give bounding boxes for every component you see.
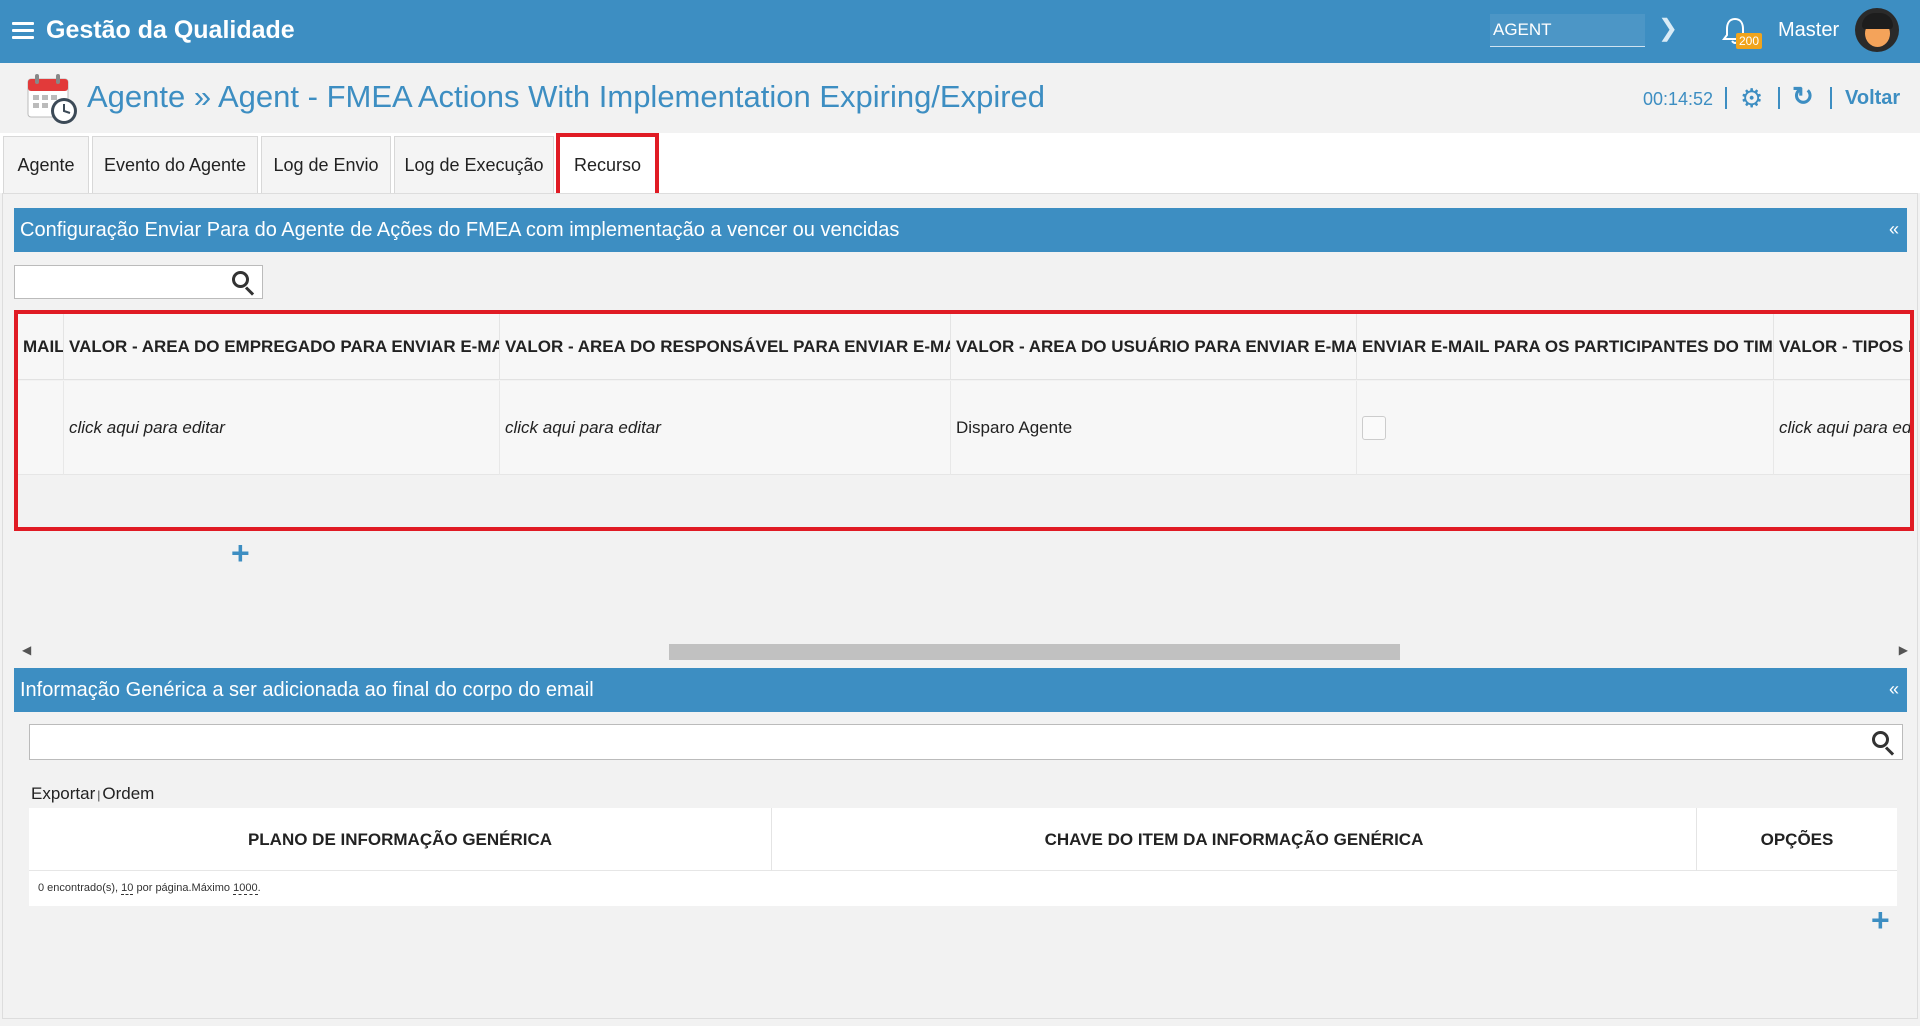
table-row: click aqui para editar click aqui para e…	[18, 381, 1910, 475]
table-actions: Exportar | Ordem	[31, 784, 154, 804]
per-page-label: por página.Máximo	[136, 882, 231, 894]
add-row-button[interactable]: +	[231, 537, 250, 569]
app-title: Gestão da Qualidade	[46, 16, 295, 44]
tab-log-de-execucao[interactable]: Log de Execução	[394, 136, 554, 193]
editable-cell[interactable]: click aqui para editar	[64, 381, 500, 475]
notification-badge: 200	[1736, 33, 1763, 49]
calendar-clock-icon	[26, 71, 80, 127]
search-icon[interactable]	[230, 269, 256, 296]
column-header[interactable]: VALOR - AREA DO USUÁRIO PARA ENVIAR E-MA…	[951, 314, 1357, 380]
panel-title: Configuração Enviar Para do Agente de Aç…	[20, 219, 900, 241]
refresh-icon[interactable]: ↻	[1792, 81, 1814, 112]
search-input[interactable]	[14, 265, 263, 299]
column-header[interactable]: VALOR - AREA DO EMPREGADO PARA ENVIAR E-…	[64, 314, 500, 380]
editable-cell[interactable]: click aqui para edi	[1774, 381, 1910, 475]
team-email-checkbox[interactable]	[1362, 416, 1386, 440]
page-header: Agente » Agent - FMEA Actions With Imple…	[0, 63, 1920, 133]
panel-header-enviar-para[interactable]: Configuração Enviar Para do Agente de Aç…	[14, 208, 1907, 252]
page-title: Agente » Agent - FMEA Actions With Imple…	[87, 79, 1046, 114]
top-bar: Gestão da Qualidade AGENT ❯ 200 Master	[0, 0, 1920, 63]
column-header[interactable]: PLANO DE INFORMAÇÃO GENÉRICA	[29, 808, 772, 871]
back-button[interactable]: Voltar	[1845, 87, 1900, 110]
pagination-end: .	[257, 882, 261, 894]
column-header[interactable]: CHAVE DO ITEM DA INFORMAÇÃO GENÉRICA	[772, 808, 1697, 871]
tab-bar: Agente Evento do Agente Log de Envio Log…	[0, 133, 1920, 197]
collapse-icon[interactable]: «	[1889, 219, 1899, 240]
scrollbar-thumb[interactable]	[669, 644, 1400, 660]
gear-icon[interactable]: ⚙	[1740, 83, 1763, 114]
horizontal-scrollbar[interactable]: ◀ ▶	[20, 643, 1910, 661]
order-link[interactable]: Ordem	[102, 784, 154, 803]
export-link[interactable]: Exportar	[31, 784, 95, 803]
user-name[interactable]: Master	[1778, 19, 1839, 42]
max-results-selector[interactable]: 1000	[233, 882, 258, 895]
tab-evento-do-agente[interactable]: Evento do Agente	[92, 136, 258, 193]
panel-title: Informação Genérica a ser adicionada ao …	[20, 679, 594, 701]
avatar[interactable]	[1855, 8, 1899, 52]
editable-cell[interactable]: click aqui para editar	[500, 381, 951, 475]
chevron-right-icon[interactable]: ❯	[1658, 14, 1678, 43]
pagination-info: 0 encontrado(s), 10 por página.Máximo 10…	[29, 871, 1897, 906]
tab-recurso[interactable]: Recurso	[556, 133, 659, 197]
scroll-left-icon[interactable]: ◀	[22, 643, 31, 657]
column-header[interactable]: ENVIAR E-MAIL PARA OS PARTICIPANTES DO T…	[1357, 314, 1774, 380]
session-timer: 00:14:52	[1643, 89, 1714, 109]
table-cell[interactable]: Disparo Agente	[951, 381, 1357, 475]
divider	[1778, 87, 1780, 109]
search-icon[interactable]	[1870, 729, 1896, 756]
menu-icon[interactable]	[12, 22, 34, 40]
column-header[interactable]: MAIL	[18, 314, 64, 380]
tab-log-de-envio[interactable]: Log de Envio	[261, 136, 391, 193]
collapse-icon[interactable]: «	[1889, 679, 1899, 700]
divider	[1725, 87, 1727, 109]
panel-header-informacao-generica[interactable]: Informação Genérica a ser adicionada ao …	[14, 668, 1907, 712]
table-cell	[18, 381, 64, 475]
table-header-row: PLANO DE INFORMAÇÃO GENÉRICA CHAVE DO IT…	[29, 808, 1897, 871]
add-generic-info-button[interactable]: +	[1871, 904, 1890, 936]
column-header[interactable]: VALOR - AREA DO RESPONSÁVEL PARA ENVIAR …	[500, 314, 951, 380]
scroll-right-icon[interactable]: ▶	[1899, 643, 1908, 657]
results-count: 0 encontrado(s),	[38, 882, 119, 894]
column-header[interactable]: VALOR - TIPOS D	[1774, 314, 1910, 380]
recurso-grid: MAIL VALOR - AREA DO EMPREGADO PARA ENVI…	[14, 310, 1914, 531]
grid-header-row: MAIL VALOR - AREA DO EMPREGADO PARA ENVI…	[18, 314, 1910, 380]
generic-info-table: PLANO DE INFORMAÇÃO GENÉRICA CHAVE DO IT…	[29, 808, 1897, 906]
team-email-cell	[1357, 381, 1774, 475]
divider	[1830, 87, 1832, 109]
per-page-selector[interactable]: 10	[121, 882, 134, 895]
agent-select[interactable]: AGENT	[1490, 14, 1645, 47]
column-header: OPÇÕES	[1760, 829, 1834, 849]
divider: |	[97, 788, 101, 802]
search-input[interactable]	[29, 724, 1903, 760]
tab-agente[interactable]: Agente	[3, 136, 89, 193]
